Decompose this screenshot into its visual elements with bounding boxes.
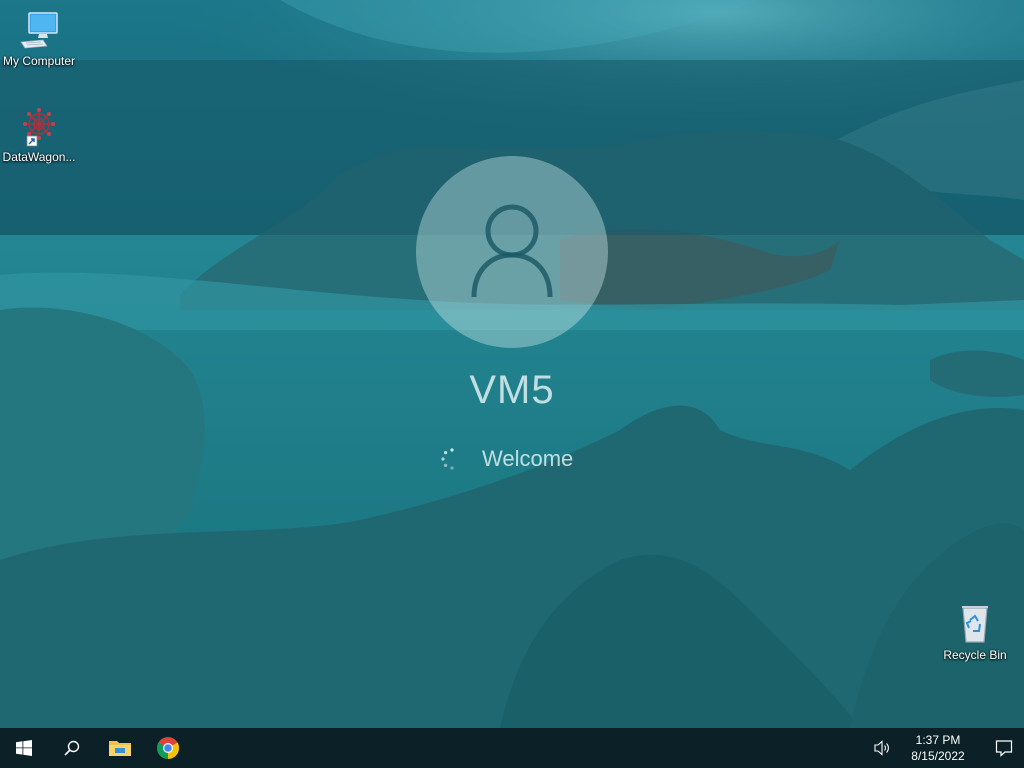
recycle-bin-icon: [962, 606, 988, 643]
desktop-icon-recycle-bin[interactable]: Recycle Bin: [936, 602, 1014, 662]
desktop-icon-label: My Computer: [2, 54, 76, 68]
user-avatar-icon: [471, 204, 553, 298]
loading-spinner-icon: [441, 448, 454, 470]
taskbar-file-explorer[interactable]: [96, 728, 144, 768]
username-label: VM5: [469, 368, 555, 412]
windows-start-icon: [16, 740, 32, 756]
clock-time: 1:37 PM: [915, 733, 961, 747]
datawagon-app-icon: [23, 108, 55, 147]
taskbar-chrome[interactable]: [144, 728, 192, 768]
welcome-status: Welcome: [440, 444, 573, 474]
user-avatar: [416, 156, 608, 348]
action-center-icon: [995, 740, 1013, 757]
chrome-icon: [157, 737, 179, 759]
search-icon: [64, 740, 80, 756]
taskbar: 1:37 PM 8/15/2022: [0, 728, 1024, 768]
desktop-icon-label: Recycle Bin: [943, 648, 1007, 662]
lock-welcome-screen: My Computer DataWagon... Recycle Bin VM5…: [0, 0, 1024, 768]
desktop-icon-label: DataWagon...: [2, 150, 76, 164]
search-button[interactable]: [48, 728, 96, 768]
welcome-text: Welcome: [482, 446, 574, 471]
start-button[interactable]: [0, 728, 48, 768]
taskbar-clock[interactable]: 1:37 PM 8/15/2022: [898, 732, 978, 764]
system-tray: 1:37 PM 8/15/2022: [868, 728, 1024, 768]
volume-icon: [874, 740, 889, 756]
action-center-button[interactable]: [984, 728, 1024, 768]
file-explorer-icon: [109, 741, 131, 756]
desktop-icon-my-computer[interactable]: My Computer: [0, 8, 78, 68]
clock-date: 8/15/2022: [911, 749, 965, 763]
desktop-icon-datawagon[interactable]: DataWagon...: [0, 104, 78, 164]
computer-icon: [20, 12, 58, 49]
volume-button[interactable]: [868, 728, 898, 768]
